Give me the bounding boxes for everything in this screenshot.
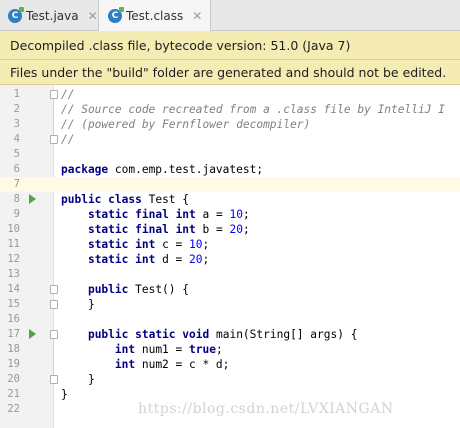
fold-guide bbox=[53, 99, 54, 135]
code-line[interactable]: 8 public class Test { bbox=[0, 192, 460, 207]
tab-label: Test.java bbox=[26, 8, 79, 23]
code-text: public class Test { bbox=[61, 193, 190, 206]
code-line[interactable]: 5 bbox=[0, 147, 460, 162]
code-line[interactable]: 9 static final int a = 10; bbox=[0, 207, 460, 222]
line-number: 12 bbox=[7, 253, 20, 265]
line-number: 14 bbox=[7, 283, 20, 295]
class-file-icon: C bbox=[108, 6, 124, 23]
close-icon[interactable]: ✕ bbox=[88, 9, 98, 23]
code-line[interactable]: 17 public static void main(String[] args… bbox=[0, 327, 460, 342]
code-text: // (powered by Fernflower decompiler) bbox=[61, 118, 311, 131]
line-number: 13 bbox=[7, 268, 20, 280]
line-number: 2 bbox=[13, 103, 20, 115]
code-line[interactable]: 2 // Source code recreated from a .class … bbox=[0, 102, 460, 117]
run-gutter-icon[interactable] bbox=[29, 329, 36, 339]
fold-marker-icon[interactable] bbox=[50, 375, 58, 384]
fold-guide bbox=[53, 339, 54, 375]
code-text: package com.emp.test.javatest; bbox=[61, 163, 264, 176]
code-text: static final int b = 20; bbox=[87, 223, 250, 236]
code-text: // bbox=[61, 133, 75, 146]
fold-marker-icon[interactable] bbox=[50, 135, 58, 144]
line-number: 21 bbox=[7, 388, 20, 400]
code-text: // Source code recreated from a .class f… bbox=[61, 103, 445, 116]
line-number: 9 bbox=[13, 208, 20, 220]
code-line[interactable]: 20 } bbox=[0, 372, 460, 387]
class-file-icon: C bbox=[8, 6, 24, 23]
line-number: 8 bbox=[13, 193, 20, 205]
decompiled-notice-text: Decompiled .class file, bytecode version… bbox=[10, 37, 351, 53]
code-text: static int c = 10; bbox=[87, 238, 210, 251]
line-number: 22 bbox=[7, 403, 20, 415]
code-text: static final int a = 10; bbox=[87, 208, 250, 221]
code-line[interactable]: 21} bbox=[0, 387, 460, 402]
code-line[interactable]: 4 // bbox=[0, 132, 460, 147]
line-number: 6 bbox=[13, 163, 20, 175]
tab-test-class[interactable]: C Test.class ✕ bbox=[98, 0, 212, 31]
line-number: 1 bbox=[13, 88, 20, 100]
line-number: 20 bbox=[7, 373, 20, 385]
code-text: } bbox=[61, 373, 95, 386]
line-number: 18 bbox=[7, 343, 20, 355]
code-text: int num2 = c * d; bbox=[114, 358, 230, 371]
line-number: 10 bbox=[7, 223, 20, 235]
code-line[interactable]: 11 static int c = 10; bbox=[0, 237, 460, 252]
code-line[interactable]: 19 int num2 = c * d; bbox=[0, 357, 460, 372]
line-number: 17 bbox=[7, 328, 20, 340]
watermark: https://blog.csdn.net/LVXIANGAN bbox=[138, 401, 394, 417]
code-text: } bbox=[61, 388, 68, 401]
line-number: 5 bbox=[13, 148, 20, 160]
tab-test-java[interactable]: C Test.java ✕ bbox=[8, 0, 98, 31]
tab-label: Test.class bbox=[126, 8, 184, 23]
fold-marker-icon[interactable] bbox=[50, 90, 58, 99]
code-text: static int d = 20; bbox=[87, 253, 210, 266]
code-line[interactable]: 14 public Test() { bbox=[0, 282, 460, 297]
close-icon[interactable]: ✕ bbox=[192, 9, 202, 23]
fold-marker-icon[interactable] bbox=[50, 285, 58, 294]
code-text: } bbox=[61, 298, 95, 311]
code-line[interactable]: 1 // bbox=[0, 87, 460, 102]
fold-marker-icon[interactable] bbox=[50, 330, 58, 339]
line-number: 7 bbox=[13, 178, 20, 190]
generated-files-warning-text: Files under the "build" folder are gener… bbox=[10, 64, 447, 80]
run-gutter-icon[interactable] bbox=[29, 194, 36, 204]
code-text: int num1 = true; bbox=[114, 343, 223, 356]
code-line[interactable]: 16 bbox=[0, 312, 460, 327]
code-line[interactable]: 13 bbox=[0, 267, 460, 282]
code-editor[interactable]: 1 // 2 // Source code recreated from a .cla… bbox=[0, 85, 460, 428]
code-line[interactable]: 18 int num1 = true; bbox=[0, 342, 460, 357]
decompiled-notice-banner: Decompiled .class file, bytecode version… bbox=[0, 31, 460, 60]
generated-files-warning-banner: Files under the "build" folder are gener… bbox=[0, 60, 460, 85]
code-line[interactable]: 6 package com.emp.test.javatest; bbox=[0, 162, 460, 177]
code-text: // bbox=[61, 88, 75, 101]
code-line[interactable]: 7 bbox=[0, 177, 460, 192]
code-text: public Test() { bbox=[87, 283, 189, 296]
line-number: 11 bbox=[7, 238, 20, 250]
code-line[interactable]: 15 } bbox=[0, 297, 460, 312]
line-number: 4 bbox=[13, 133, 20, 145]
line-number: 15 bbox=[7, 298, 20, 310]
code-line[interactable]: 12 static int d = 20; bbox=[0, 252, 460, 267]
code-text: public static void main(String[] args) { bbox=[87, 328, 358, 341]
line-number: 3 bbox=[13, 118, 20, 130]
editor-tab-bar: C Test.java ✕ C Test.class ✕ bbox=[0, 0, 460, 31]
code-line[interactable]: 10 static final int b = 20; bbox=[0, 222, 460, 237]
line-number: 16 bbox=[7, 313, 20, 325]
code-line[interactable]: 3 // (powered by Fernflower decompiler) bbox=[0, 117, 460, 132]
fold-marker-icon[interactable] bbox=[50, 300, 58, 309]
line-number: 19 bbox=[7, 358, 20, 370]
